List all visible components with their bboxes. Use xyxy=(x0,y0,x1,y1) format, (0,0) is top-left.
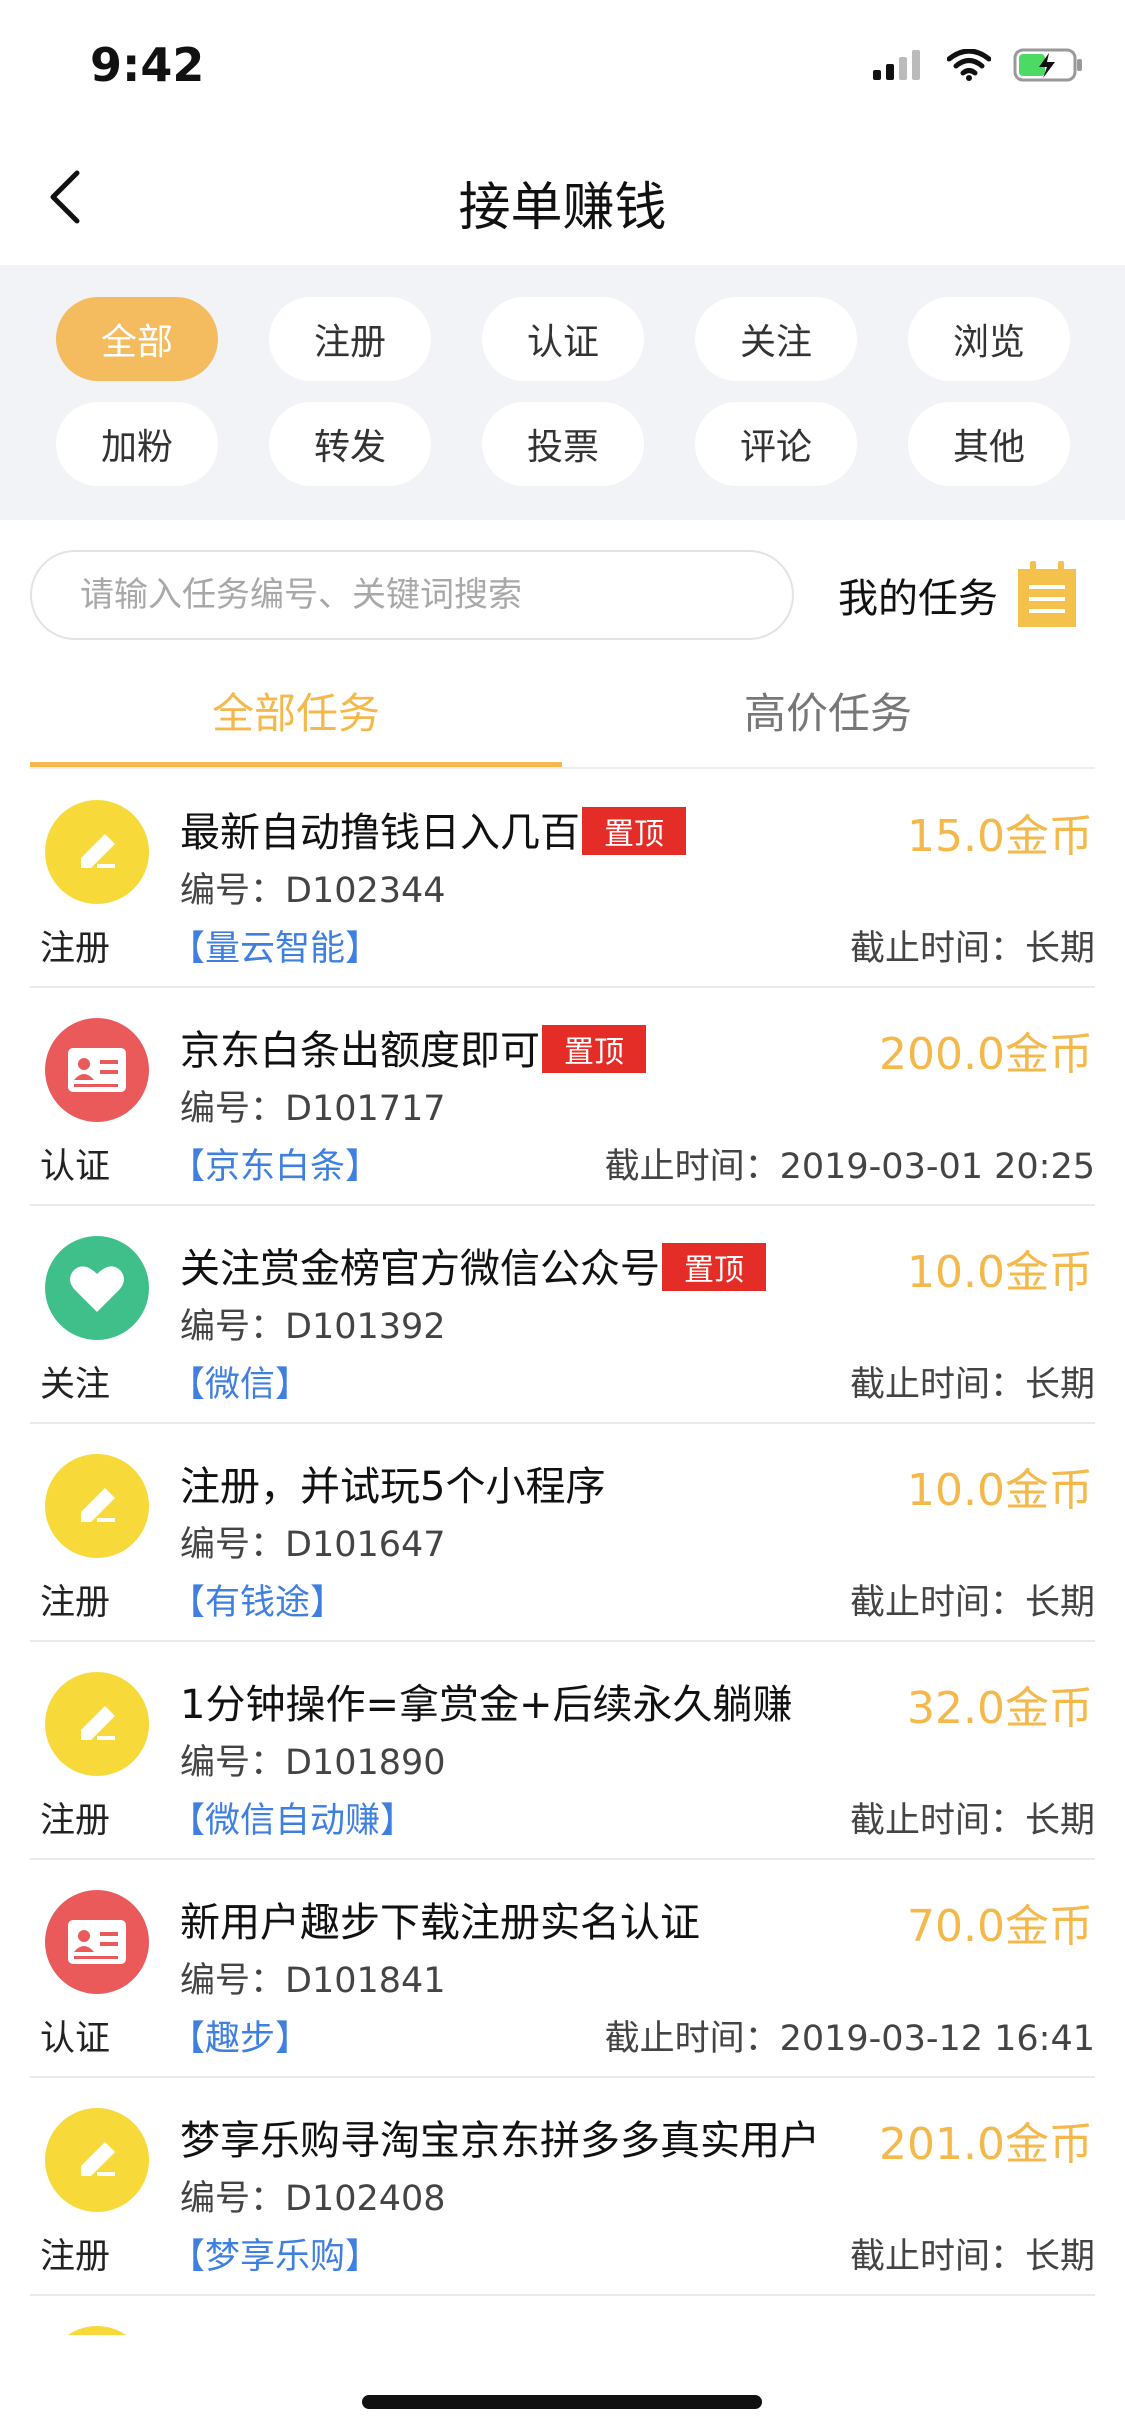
id-card-icon xyxy=(45,1018,149,1122)
tab-divider xyxy=(30,767,1095,769)
wifi-icon xyxy=(947,49,991,81)
task-deadline: 截止时间：2019-03-12 16:41 xyxy=(604,2019,1095,2059)
page-title: 接单赚钱 xyxy=(458,178,667,238)
filter-chip-share[interactable]: 转发 xyxy=(269,402,431,486)
task-deadline: 截止时间：长期 xyxy=(849,1365,1095,1405)
task-reward: 70.0金币 xyxy=(907,1901,1093,1952)
filter-chip-follow[interactable]: 关注 xyxy=(695,297,857,381)
task-list-item[interactable]: 梦享乐购寻淘宝京东拼多多真实用户 201.0金币 编号：D102408 注册 【… xyxy=(30,2078,1095,2296)
id-card-icon xyxy=(45,1890,149,1994)
task-list-icon xyxy=(1018,561,1076,627)
edit-icon xyxy=(45,800,149,904)
task-id: 编号：D102344 xyxy=(180,871,446,911)
task-id: 编号：D101717 xyxy=(180,1089,446,1129)
nav-bar: 接单赚钱 xyxy=(0,135,1125,265)
task-category: 注册 xyxy=(40,1583,111,1623)
task-deadline: 截止时间：长期 xyxy=(849,929,1095,969)
task-reward: 10.0金币 xyxy=(907,1247,1093,1298)
task-reward: 15.0金币 xyxy=(907,811,1093,862)
filter-chip-all[interactable]: 全部 xyxy=(56,297,218,381)
filter-chip-other[interactable]: 其他 xyxy=(908,402,1070,486)
edit-icon xyxy=(45,1672,149,1776)
status-bar: 9:42 xyxy=(0,0,1125,135)
heart-icon xyxy=(45,1236,149,1340)
task-title: 梦享乐购寻淘宝京东拼多多真实用户 xyxy=(180,2118,820,2164)
task-category: 认证 xyxy=(40,2019,111,2059)
tab-high-price-tasks[interactable]: 高价任务 xyxy=(562,680,1094,770)
task-id: 编号：D101841 xyxy=(180,1961,446,2001)
task-deadline: 截止时间：长期 xyxy=(849,1801,1095,1841)
task-category: 注册 xyxy=(40,1801,111,1841)
task-reward: 201.0金币 xyxy=(879,2119,1093,2170)
task-id: 编号：D101392 xyxy=(180,1307,446,1347)
task-id: 编号：D101647 xyxy=(180,1525,446,1565)
task-list-item[interactable]: 1分钟操作=拿赏金+后续永久躺赚 32.0金币 编号：D101890 注册 【微… xyxy=(30,1642,1095,1860)
task-title: 关注赏金榜官方微信公众号 置顶 xyxy=(180,1236,766,1295)
task-list-item[interactable]: 关注赏金榜官方微信公众号 置顶 10.0金币 编号：D101392 关注 【微信】… xyxy=(30,1206,1095,1424)
edit-icon xyxy=(45,1454,149,1558)
task-category: 注册 xyxy=(40,929,111,969)
pinned-badge: 置顶 xyxy=(582,807,686,855)
task-reward: 32.0金币 xyxy=(907,1683,1093,1734)
status-time: 9:42 xyxy=(90,38,205,92)
edit-icon xyxy=(45,2108,149,2212)
tab-all-tasks[interactable]: 全部任务 xyxy=(30,680,562,770)
task-tag: 【梦享乐购】 xyxy=(170,2237,381,2277)
pinned-badge: 置顶 xyxy=(542,1025,646,1073)
task-reward: 10.0金币 xyxy=(907,1465,1093,1516)
task-reward: 200.0金币 xyxy=(879,1029,1093,1080)
filter-chip-vote[interactable]: 投票 xyxy=(482,402,644,486)
filter-chip-register[interactable]: 注册 xyxy=(269,297,431,381)
category-filter-panel: 全部 注册 认证 关注 浏览 加粉 转发 投票 评论 其他 xyxy=(0,265,1125,520)
task-deadline: 截止时间：长期 xyxy=(849,1583,1095,1623)
edit-icon xyxy=(45,2326,149,2335)
filter-chip-add-fans[interactable]: 加粉 xyxy=(56,402,218,486)
task-tag: 【趣步】 xyxy=(170,2019,311,2059)
my-tasks-label: 我的任务 xyxy=(838,576,998,622)
task-tag: 【微信自动赚】 xyxy=(170,1801,416,1841)
task-tag: 【微信】 xyxy=(170,1365,311,1405)
task-list-item-partial[interactable] xyxy=(30,2296,1095,2335)
task-tag: 【有钱途】 xyxy=(170,1583,346,1623)
task-title: 注册，并试玩5个小程序 xyxy=(180,1464,606,1510)
task-deadline: 截止时间：2019-03-01 20:25 xyxy=(604,1147,1095,1187)
task-title: 1分钟操作=拿赏金+后续永久躺赚 xyxy=(180,1682,793,1728)
task-category: 关注 xyxy=(40,1365,111,1405)
task-tag: 【量云智能】 xyxy=(170,929,381,969)
task-id: 编号：D102408 xyxy=(180,2179,446,2219)
task-list-item[interactable]: 注册，并试玩5个小程序 10.0金币 编号：D101647 注册 【有钱途】 截… xyxy=(30,1424,1095,1642)
active-tab-indicator xyxy=(30,762,562,767)
battery-charging-icon xyxy=(1013,48,1082,82)
filter-chip-comment[interactable]: 评论 xyxy=(695,402,857,486)
task-category: 认证 xyxy=(40,1147,111,1187)
task-title: 新用户趣步下载注册实名认证 xyxy=(180,1900,700,1946)
task-list-item[interactable]: 京东白条出额度即可 置顶 200.0金币 编号：D101717 认证 【京东白条】… xyxy=(30,988,1095,1206)
task-id: 编号：D101890 xyxy=(180,1743,446,1783)
task-list-item[interactable]: 最新自动撸钱日入几百 置顶 15.0金币 编号：D102344 注册 【量云智能】… xyxy=(30,770,1095,988)
task-category: 注册 xyxy=(40,2237,111,2277)
home-indicator[interactable] xyxy=(362,2395,762,2409)
task-tag: 【京东白条】 xyxy=(170,1147,381,1187)
filter-chip-verify[interactable]: 认证 xyxy=(482,297,644,381)
task-title: 最新自动撸钱日入几百 置顶 xyxy=(180,800,686,859)
task-title: 京东白条出额度即可 置顶 xyxy=(180,1018,646,1077)
task-deadline: 截止时间：长期 xyxy=(849,2237,1095,2277)
search-input[interactable] xyxy=(30,550,794,640)
task-list: 最新自动撸钱日入几百 置顶 15.0金币 编号：D102344 注册 【量云智能】… xyxy=(0,770,1125,2335)
my-tasks-button[interactable]: 我的任务 xyxy=(838,560,1078,630)
filter-chip-browse[interactable]: 浏览 xyxy=(908,297,1070,381)
signal-icon xyxy=(873,50,920,80)
task-list-item[interactable]: 新用户趣步下载注册实名认证 70.0金币 编号：D101841 认证 【趣步】 … xyxy=(30,1860,1095,2078)
status-icons xyxy=(873,48,1085,82)
pinned-badge: 置顶 xyxy=(662,1243,766,1291)
